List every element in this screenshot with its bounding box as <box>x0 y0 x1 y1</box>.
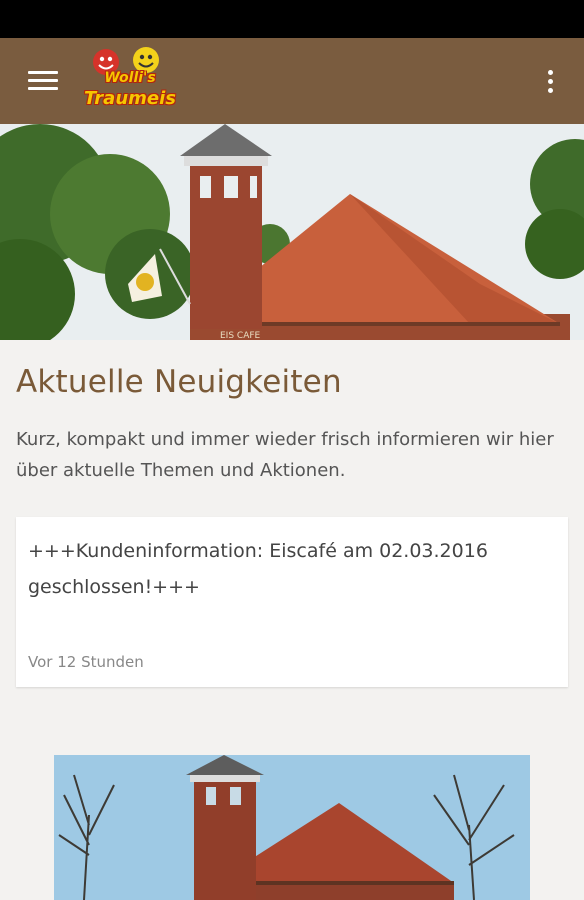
app-bar: Wolli's Traumeis <box>0 38 584 124</box>
intro-text: Kurz, kompakt und immer wieder frisch in… <box>16 429 554 481</box>
news-image[interactable] <box>54 755 530 900</box>
logo-text-line2: Traumeis <box>84 88 176 109</box>
logo-icon[interactable]: Wolli's Traumeis <box>84 44 176 120</box>
news-image-scene <box>54 755 530 900</box>
page-title: Aktuelle Neuigkeiten <box>16 364 342 400</box>
menu-icon[interactable] <box>20 64 66 98</box>
news-title: +++Kundeninformation: Eiscafé am 02.03.2… <box>28 540 488 598</box>
more-vert-icon[interactable] <box>536 62 564 100</box>
cafe-sign: EIS CAFE <box>220 331 261 340</box>
news-timestamp: Vor 12 Stunden <box>28 653 144 671</box>
news-card[interactable]: +++Kundeninformation: Eiscafé am 02.03.2… <box>16 517 568 687</box>
hero-scene: EIS CAFE <box>0 124 584 340</box>
logo-text-line1: Wolli's <box>104 70 156 86</box>
status-bar <box>0 0 584 38</box>
hero-image: EIS CAFE <box>0 124 584 340</box>
